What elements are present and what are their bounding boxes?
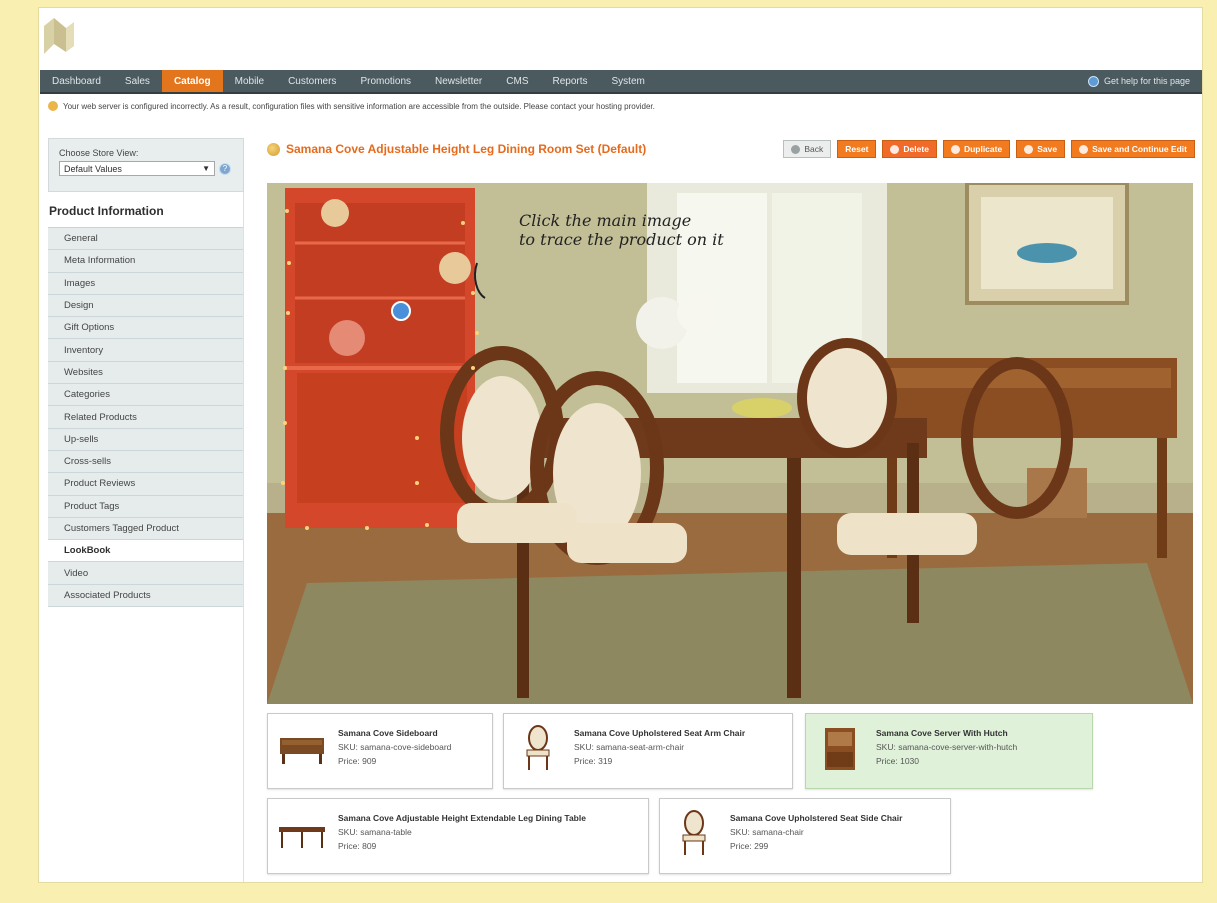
product-sku: SKU: samana-seat-arm-chair — [574, 742, 685, 752]
product-sku: SKU: samana-table — [338, 827, 412, 837]
magento-logo[interactable] — [40, 14, 78, 58]
tab-lookbook[interactable]: LookBook — [48, 540, 243, 563]
product-name: Samana Cove Adjustable Height Extendable… — [338, 813, 586, 823]
product-name: Samana Cove Sideboard — [338, 728, 438, 738]
lookbook-instruction-line2: to trace the product on it — [519, 230, 724, 249]
nav-customers[interactable]: Customers — [276, 70, 348, 92]
tab-customers-tagged-product[interactable]: Customers Tagged Product — [48, 517, 243, 541]
nav-dashboard[interactable]: Dashboard — [40, 70, 113, 92]
nav-system[interactable]: System — [600, 70, 657, 92]
store-switcher: Choose Store View: Default Values ▼ ? — [48, 138, 244, 192]
product-name: Samana Cove Upholstered Seat Side Chair — [730, 813, 903, 823]
lookbook-instruction: Click the main image to trace the produc… — [519, 211, 724, 249]
help-icon — [1087, 75, 1099, 87]
delete-icon — [890, 144, 900, 154]
tab-cross-sells[interactable]: Cross-sells — [48, 450, 243, 474]
delete-button[interactable]: Delete — [882, 140, 937, 158]
save-icon — [1024, 144, 1034, 154]
tab-meta-information[interactable]: Meta Information — [48, 250, 243, 273]
product-name: Samana Cove Server With Hutch — [876, 728, 1008, 738]
reset-button-label: Reset — [845, 144, 869, 154]
dining-room-photo — [267, 183, 1193, 704]
tab-product-tags[interactable]: Product Tags — [48, 495, 243, 518]
hutch-thumbnail — [825, 728, 855, 770]
main-nav: Dashboard Sales Catalog Mobile Customers… — [40, 70, 1202, 94]
product-price: Price: 1030 — [876, 756, 919, 766]
tab-up-sells[interactable]: Up-sells — [48, 428, 243, 451]
chair-thumbnail — [682, 810, 706, 855]
nav-mobile[interactable]: Mobile — [223, 70, 276, 92]
main-content: Samana Cove Adjustable Height Leg Dining… — [265, 135, 1195, 874]
product-name: Samana Cove Upholstered Seat Arm Chair — [574, 728, 746, 738]
product-sku: SKU: samana-cove-server-with-hutch — [876, 742, 1018, 752]
sidebar: Choose Store View: Default Values ▼ ? Pr… — [48, 138, 244, 882]
save-button-label: Save — [1037, 144, 1058, 154]
nav-cms[interactable]: CMS — [494, 70, 540, 92]
product-icon — [267, 142, 280, 156]
help-link[interactable]: Get help for this page — [1087, 70, 1202, 92]
product-card[interactable]: Samana Cove Sideboard SKU: samana-cove-s… — [267, 713, 493, 789]
page-header: Samana Cove Adjustable Height Leg Dining… — [265, 135, 1195, 163]
tab-general[interactable]: General — [48, 228, 243, 251]
nav-catalog[interactable]: Catalog — [161, 70, 223, 92]
action-buttons: Back Reset Delete Duplicate Save Save an… — [783, 140, 1195, 158]
save-continue-button[interactable]: Save and Continue Edit — [1071, 140, 1195, 158]
lookbook-instruction-line1: Click the main image — [519, 211, 692, 230]
page-title: Samana Cove Adjustable Height Leg Dining… — [286, 142, 647, 156]
chair-thumbnail — [526, 725, 550, 770]
tab-inventory[interactable]: Inventory — [48, 339, 243, 362]
tab-websites[interactable]: Websites — [48, 361, 243, 385]
product-price: Price: 319 — [574, 756, 613, 766]
product-card[interactable]: Samana Cove Upholstered Seat Side Chair … — [659, 798, 951, 874]
tab-design[interactable]: Design — [48, 294, 243, 318]
tab-categories[interactable]: Categories — [48, 384, 243, 407]
tab-related-products[interactable]: Related Products — [48, 406, 243, 429]
tab-gift-options[interactable]: Gift Options — [48, 317, 243, 340]
back-button[interactable]: Back — [783, 140, 832, 158]
save-continue-button-label: Save and Continue Edit — [1092, 144, 1187, 154]
product-tabs: General Meta Information Images Design G… — [48, 227, 243, 608]
product-information-title: Product Information — [49, 204, 164, 218]
nav-newsletter[interactable]: Newsletter — [423, 70, 494, 92]
duplicate-icon — [950, 144, 960, 154]
product-card[interactable]: Samana Cove Server With Hutch SKU: saman… — [805, 713, 1093, 789]
tab-video[interactable]: Video — [48, 562, 243, 585]
product-price: Price: 299 — [730, 841, 769, 851]
product-card[interactable]: Samana Cove Upholstered Seat Arm Chair S… — [503, 713, 793, 789]
warning-icon — [48, 101, 58, 111]
table-thumbnail — [279, 827, 325, 848]
nav-promotions[interactable]: Promotions — [348, 70, 423, 92]
product-sku: SKU: samana-cove-sideboard — [338, 742, 452, 752]
save-button[interactable]: Save — [1016, 140, 1066, 158]
save-continue-icon — [1079, 144, 1089, 154]
system-notice: Your web server is configured incorrectl… — [48, 98, 1198, 114]
product-card[interactable]: Samana Cove Adjustable Height Extendable… — [267, 798, 649, 874]
duplicate-button[interactable]: Duplicate — [942, 140, 1011, 158]
lookbook-main-image[interactable]: Click the main image to trace the produc… — [267, 183, 1193, 704]
tab-images[interactable]: Images — [48, 272, 243, 295]
chevron-down-icon: ▼ — [202, 164, 210, 173]
tab-associated-products[interactable]: Associated Products — [48, 584, 243, 608]
tab-product-reviews[interactable]: Product Reviews — [48, 473, 243, 496]
notice-text: Your web server is configured incorrectl… — [63, 101, 655, 111]
product-price: Price: 809 — [338, 841, 377, 851]
sideboard-thumbnail — [280, 738, 324, 764]
nav-reports[interactable]: Reports — [541, 70, 600, 92]
back-arrow-icon — [791, 144, 801, 154]
product-sku: SKU: samana-chair — [730, 827, 804, 837]
nav-sales[interactable]: Sales — [113, 70, 162, 92]
help-question-icon[interactable]: ? — [219, 162, 231, 175]
store-switcher-label: Choose Store View: — [59, 148, 139, 158]
reset-button[interactable]: Reset — [837, 140, 877, 158]
store-view-select[interactable]: Default Values ▼ — [59, 161, 215, 176]
delete-button-label: Delete — [903, 144, 929, 154]
back-button-label: Back — [804, 144, 824, 154]
duplicate-button-label: Duplicate — [963, 144, 1003, 154]
store-view-value: Default Values — [64, 163, 122, 174]
product-price: Price: 909 — [338, 756, 377, 766]
help-link-label: Get help for this page — [1103, 76, 1190, 86]
